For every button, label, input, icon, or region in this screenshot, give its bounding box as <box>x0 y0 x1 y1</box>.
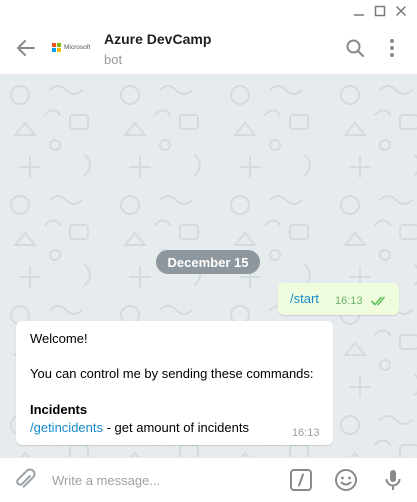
outgoing-message-time: 16:13 <box>335 295 363 307</box>
window-titlebar <box>0 0 417 23</box>
bot-command-icon[interactable] <box>288 467 314 493</box>
incoming-message-time: 16:13 <box>292 427 320 439</box>
close-icon[interactable] <box>393 3 409 19</box>
search-icon[interactable] <box>343 36 367 60</box>
outgoing-message-text[interactable]: /start <box>290 291 319 306</box>
back-arrow-icon[interactable] <box>14 36 38 60</box>
chat-title[interactable]: Azure DevCamp <box>104 31 211 47</box>
microphone-icon[interactable] <box>380 467 406 493</box>
minimize-icon[interactable] <box>351 3 367 19</box>
double-check-icon <box>371 296 385 306</box>
more-vertical-icon[interactable] <box>380 36 404 60</box>
microsoft-logo-icon <box>52 42 61 52</box>
chat-subtitle: bot <box>104 52 123 67</box>
chat-history[interactable]: December 15 /start 16:13 Welcome! You ca… <box>0 75 417 457</box>
getincidents-command-link[interactable]: /getincidents <box>30 420 103 435</box>
avatar-text: Microsoft <box>64 43 91 51</box>
message-section-title: Incidents <box>30 402 88 417</box>
date-separator: December 15 <box>156 250 260 274</box>
message-input-bar <box>0 457 417 502</box>
outgoing-message[interactable]: /start 16:13 <box>278 283 399 315</box>
attach-icon[interactable] <box>12 467 38 493</box>
message-welcome-text: Welcome! <box>30 331 88 346</box>
chat-header: Microsoft Azure DevCamp bot <box>0 22 417 75</box>
maximize-icon[interactable] <box>372 3 388 19</box>
emoji-icon[interactable] <box>333 467 359 493</box>
avatar[interactable]: Microsoft <box>52 30 96 64</box>
message-input[interactable] <box>52 468 272 492</box>
incoming-message[interactable]: Welcome! You can control me by sending t… <box>16 321 333 445</box>
command-description: - get amount of incidents <box>103 420 249 435</box>
message-command-line: /getincidents - get amount of incidents <box>30 420 249 435</box>
message-instructions-text: You can control me by sending these comm… <box>30 366 314 381</box>
